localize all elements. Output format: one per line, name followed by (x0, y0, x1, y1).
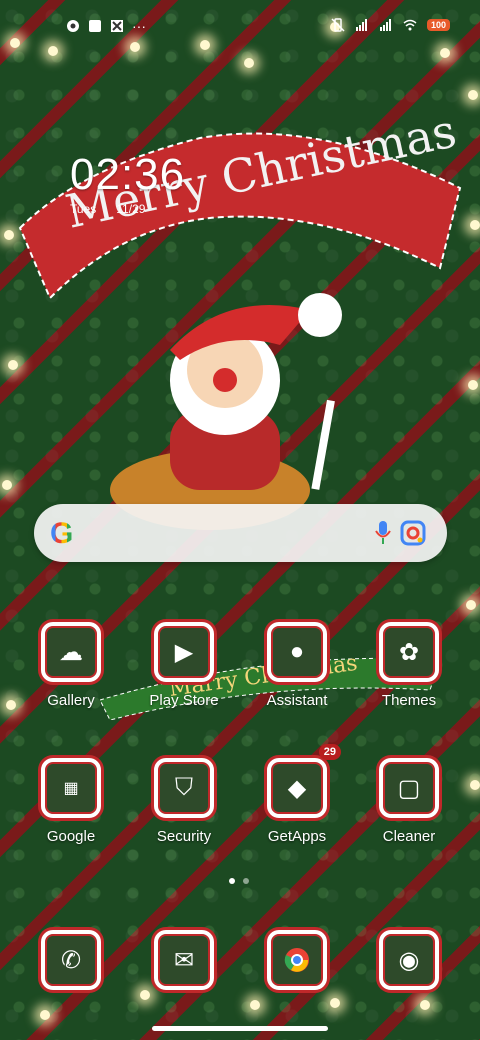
app-label: Cleaner (382, 828, 436, 845)
phone-icon: ✆ (41, 930, 101, 990)
getapps-icon: ◆ 29 (267, 744, 341, 818)
app-themes[interactable]: ✿ Themes (359, 622, 459, 709)
signal-2-icon (379, 19, 391, 31)
app-assistant[interactable]: ● Assistant (247, 622, 347, 709)
google-logo-icon: G (50, 517, 74, 550)
clock-date-value: 11/29 (116, 202, 146, 216)
app-label: Google (46, 828, 96, 845)
notification-badge: 29 (318, 744, 341, 760)
google-lens-icon[interactable] (400, 520, 426, 546)
wifi-icon (403, 19, 417, 31)
page-dot (243, 878, 249, 884)
cleaner-icon: ▢ (379, 758, 439, 818)
clock-time: 02:36 (70, 150, 186, 199)
security-icon: ⛉ (154, 758, 214, 818)
status-right: 100 (331, 18, 450, 32)
app-label: Themes (381, 692, 437, 709)
app-label: GetApps (267, 828, 327, 845)
notification-grid-icon (111, 20, 123, 32)
assistant-icon: ● (267, 622, 327, 682)
chrome-logo-icon (284, 948, 309, 972)
themes-icon: ✿ (379, 622, 439, 682)
app-label: Security (156, 828, 212, 845)
app-label: Assistant (266, 692, 328, 709)
dock-phone[interactable]: ✆ (21, 930, 121, 990)
play-store-icon: ▶ (154, 622, 214, 682)
app-play-store[interactable]: ▶ Play Store (134, 622, 234, 709)
camera-icon: ◉ (379, 930, 439, 990)
page-indicator (229, 878, 249, 884)
app-cleaner[interactable]: ▢ Cleaner (359, 758, 459, 845)
chrome-icon (267, 930, 327, 990)
app-label: Play Store (149, 692, 219, 709)
google-folder-icon: ▦ (41, 758, 101, 818)
santa-illustration (110, 293, 342, 530)
google-search-bar[interactable]: G (34, 504, 447, 562)
app-getapps[interactable]: ◆ 29 GetApps (247, 744, 347, 845)
vibrate-off-icon (331, 18, 345, 32)
status-left: ··· (66, 18, 146, 34)
dock-camera[interactable]: ◉ (359, 930, 459, 990)
battery-indicator: 100 (426, 19, 450, 31)
dock-chrome[interactable] (247, 930, 347, 990)
signal-icon (355, 19, 367, 31)
more-notifications-icon: ··· (132, 18, 146, 34)
page-dot-active (229, 878, 235, 884)
notification-square-icon (89, 20, 101, 32)
app-security[interactable]: ⛉ Security (134, 758, 234, 845)
messages-icon: ✉ (154, 930, 214, 990)
dock-messages[interactable]: ✉ (134, 930, 234, 990)
clock-widget[interactable]: 02:36 Tues 11/29 (70, 150, 185, 216)
notification-app-icon (67, 20, 79, 32)
clock-date: Tues 11/29 (70, 202, 185, 216)
clock-day: Tues (70, 202, 97, 216)
app-label: Gallery (47, 692, 95, 709)
voice-search-icon[interactable] (374, 520, 392, 546)
gallery-icon: ☁ (41, 622, 101, 682)
app-google-folder[interactable]: ▦ Google (21, 758, 121, 845)
app-gallery[interactable]: ☁ Gallery (21, 622, 121, 709)
status-bar: ··· 100 (0, 0, 480, 52)
gesture-nav-bar[interactable] (152, 1026, 328, 1031)
